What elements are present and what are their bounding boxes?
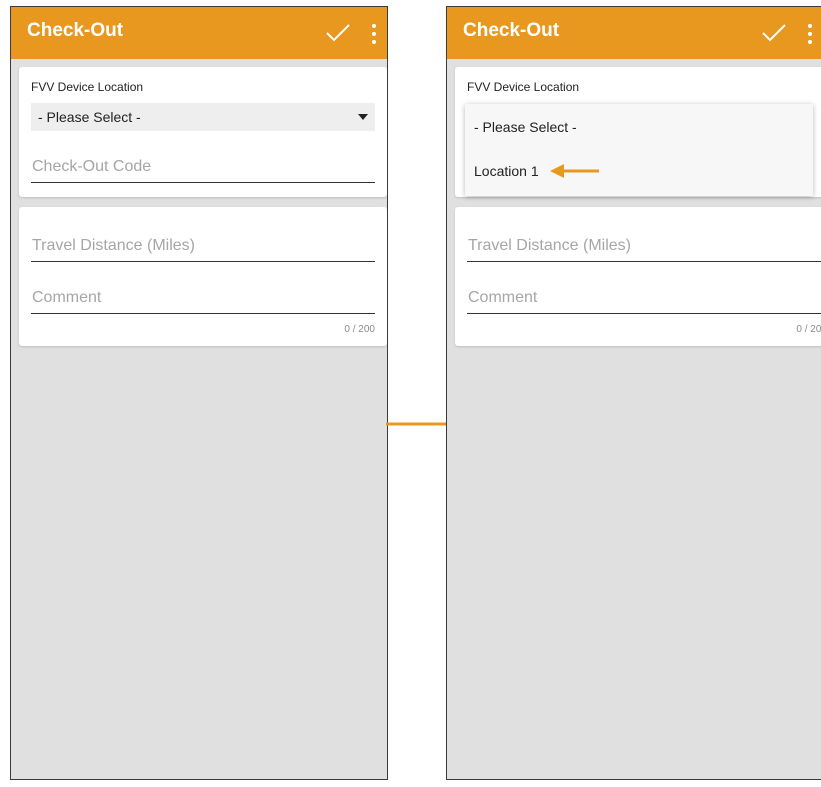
location-label: FVV Device Location [31,80,144,94]
checkout-code-placeholder: Check-Out Code [32,158,152,175]
right-screen: Check-Out FVV Device Location - Please S… [446,6,821,780]
travel-distance-placeholder: Travel Distance (Miles) [468,237,631,254]
page-title: Check-Out [27,20,124,41]
location-select-value: - Please Select - [38,109,141,125]
details-card: Travel Distance (Miles) Comment 0 / 200 [19,207,387,346]
checkmark-icon[interactable] [761,23,787,43]
left-screen: Check-Out FVV Device Location - Please S… [10,6,388,780]
location-select[interactable]: - Please Select - [31,103,375,131]
checkmark-icon[interactable] [325,23,351,43]
app-bar: Check-Out [11,7,387,59]
page-title: Check-Out [463,20,560,41]
comment-input[interactable]: Comment [31,283,375,314]
location-card: FVV Device Location - Please Select - Ch… [19,67,387,197]
arrow-left-icon [550,164,599,178]
comment-placeholder: Comment [32,289,102,306]
app-bar: Check-Out [447,7,821,59]
dropdown-option-please-select[interactable]: - Please Select - [474,119,577,135]
location-label: FVV Device Location [467,80,580,94]
travel-distance-placeholder: Travel Distance (Miles) [32,237,195,254]
travel-distance-input[interactable]: Travel Distance (Miles) [467,231,821,262]
comment-input[interactable]: Comment [467,283,821,314]
more-vertical-icon[interactable] [807,23,813,45]
checkout-code-input[interactable]: Check-Out Code [31,152,375,183]
details-card: Travel Distance (Miles) Comment 0 / 200 [455,207,821,346]
comment-placeholder: Comment [468,289,538,306]
travel-distance-input[interactable]: Travel Distance (Miles) [31,231,375,262]
comment-counter: 0 / 200 [796,324,821,335]
comment-counter: 0 / 200 [344,324,375,335]
caret-down-icon [358,114,368,120]
location-dropdown-menu: - Please Select - Location 1 [465,104,813,196]
more-vertical-icon[interactable] [371,23,377,45]
dropdown-option-location-1[interactable]: Location 1 [474,163,539,179]
